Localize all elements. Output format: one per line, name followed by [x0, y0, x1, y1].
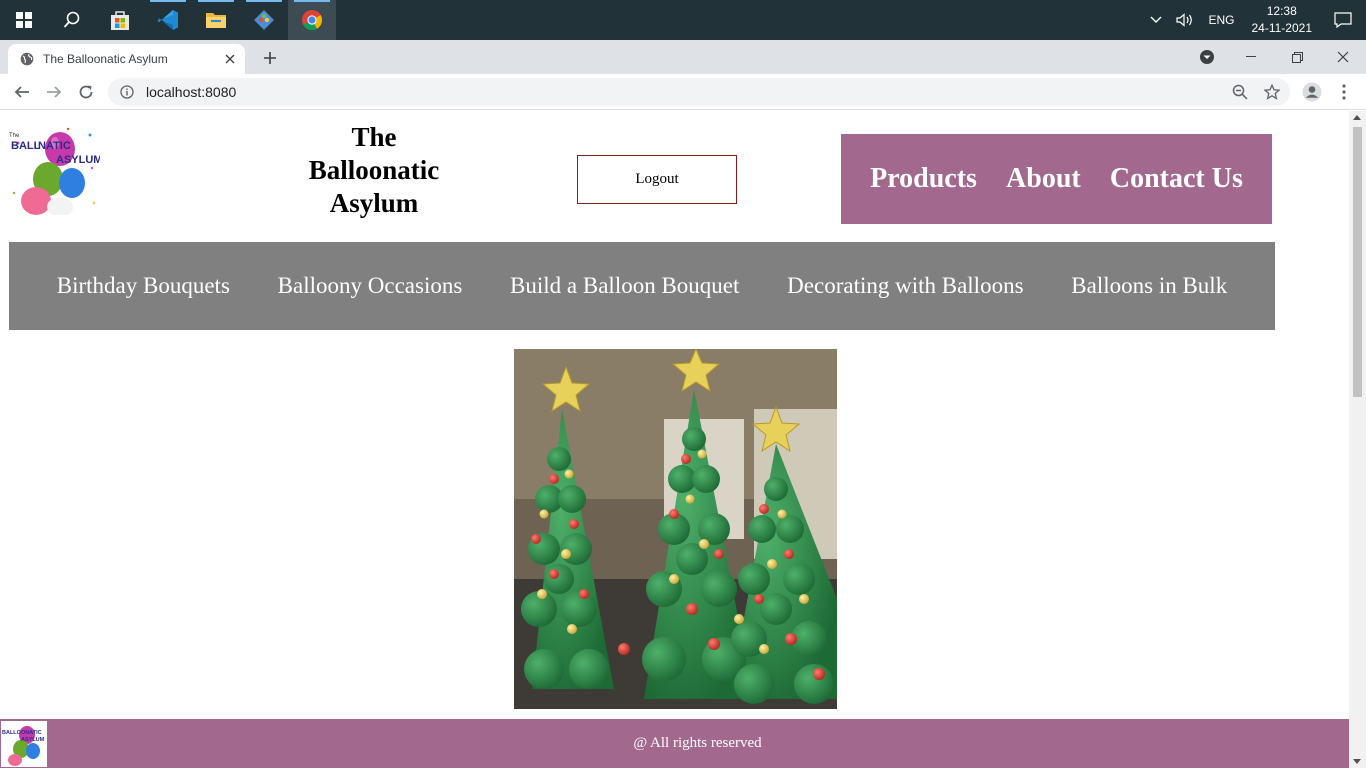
page-viewport: The BALL NATIC ASYLUM The Balloonatic As… [0, 111, 1349, 768]
taskbar-git-button[interactable] [240, 0, 288, 40]
svg-text:ASYLUM: ASYLUM [56, 154, 100, 166]
reload-icon [79, 85, 93, 99]
hero-image-balloon-trees [514, 347, 837, 709]
back-button[interactable] [8, 78, 36, 106]
new-tab-button[interactable] [258, 46, 282, 70]
kebab-menu-icon [1342, 84, 1346, 100]
chevron-up-icon [1150, 16, 1162, 23]
language-label: ENG [1208, 13, 1235, 27]
store-icon [111, 11, 129, 30]
system-tray: ENG 12:38 24-11-2021 [1143, 0, 1366, 40]
balloon-logo-icon: The BALL NATIC ASYLUM [8, 123, 102, 217]
balloon-christmas-trees-image [514, 347, 837, 709]
start-button[interactable] [0, 0, 48, 40]
top-navigation: Products About Contact Us [841, 134, 1272, 224]
forward-arrow-icon [47, 86, 62, 98]
svg-text:BALL: BALL [11, 140, 41, 152]
nav-link-contact-us[interactable]: Contact Us [1110, 163, 1243, 195]
zoom-button[interactable] [1226, 78, 1254, 106]
language-indicator[interactable]: ENG [1201, 0, 1241, 40]
clock[interactable]: 12:38 24-11-2021 [1242, 3, 1323, 37]
page-scrollbar[interactable] [1349, 111, 1366, 768]
category-balloony-occasions[interactable]: Balloony Occasions [278, 273, 463, 299]
category-balloons-in-bulk[interactable]: Balloons in Bulk [1071, 273, 1227, 299]
bookmark-button[interactable] [1258, 78, 1286, 106]
site-title-line-3: Asylum [329, 188, 419, 218]
category-decorating-with-balloons[interactable]: Decorating with Balloons [787, 273, 1023, 299]
site-title: The Balloonatic Asylum [274, 121, 474, 220]
site-footer: BALLOONATIC ASYLUM @ All rights reserved [0, 719, 1349, 768]
notification-icon [1334, 12, 1352, 28]
svg-text:The: The [9, 133, 20, 139]
avatar-icon [1302, 82, 1322, 102]
close-window-button[interactable] [1320, 40, 1366, 74]
git-icon [254, 10, 274, 30]
browser-tab[interactable]: The Balloonatic Asylum [8, 44, 245, 74]
clock-date: 24-11-2021 [1251, 21, 1313, 35]
windows-taskbar: ENG 12:38 24-11-2021 [0, 0, 1366, 40]
chrome-menu-button[interactable] [1330, 78, 1358, 106]
footer-copyright: @ All rights reserved [633, 735, 762, 751]
logout-button[interactable]: Logout [577, 155, 737, 204]
search-icon [63, 11, 80, 28]
scrollbar-thumb[interactable] [1353, 127, 1362, 397]
info-icon[interactable] [120, 85, 134, 99]
category-build-a-balloon-bouquet[interactable]: Build a Balloon Bouquet [510, 273, 739, 299]
scroll-up-arrow-icon[interactable] [1353, 115, 1361, 120]
tab-search-button[interactable] [1184, 40, 1230, 74]
minimize-button[interactable] [1228, 40, 1274, 74]
back-arrow-icon [14, 86, 29, 98]
site-title-line-2: Balloonatic [308, 155, 440, 185]
minimize-icon [1246, 56, 1256, 57]
reload-button[interactable] [72, 78, 100, 106]
tray-overflow-button[interactable] [1143, 0, 1169, 40]
windows-start-icon [16, 12, 32, 28]
profile-button[interactable] [1298, 78, 1326, 106]
category-navigation: Birthday Bouquets Balloony Occasions Bui… [9, 242, 1275, 330]
scroll-down-arrow-icon[interactable] [1353, 759, 1361, 764]
tab-search-icon [1200, 50, 1214, 64]
vscode-icon [157, 10, 178, 30]
action-center-button[interactable] [1322, 0, 1366, 40]
nav-link-products[interactable]: Products [870, 163, 977, 195]
tab-title: The Balloonatic Asylum [43, 52, 168, 66]
star-icon [1264, 84, 1280, 100]
address-bar[interactable]: localhost:8080 [108, 78, 1290, 106]
site-title-line-1: The [351, 122, 397, 152]
taskbar-store-button[interactable] [96, 0, 144, 40]
browser-toolbar: localhost:8080 [0, 74, 1366, 110]
forward-button[interactable] [40, 78, 68, 106]
zoom-out-icon [1232, 84, 1248, 100]
taskbar-vscode-button[interactable] [144, 0, 192, 40]
site-logo[interactable]: The BALL NATIC ASYLUM [8, 123, 102, 217]
svg-text:NATIC: NATIC [38, 140, 71, 152]
taskbar-chrome-button[interactable] [288, 0, 336, 40]
plus-icon [264, 52, 276, 64]
taskbar-file-explorer-button[interactable] [192, 0, 240, 40]
globe-icon [20, 52, 34, 66]
browser-tab-strip: The Balloonatic Asylum [0, 40, 1366, 74]
clock-time: 12:38 [1266, 4, 1297, 18]
file-explorer-icon [206, 13, 226, 28]
volume-button[interactable] [1169, 0, 1201, 40]
taskbar-search-button[interactable] [48, 0, 96, 40]
restore-button[interactable] [1274, 40, 1320, 74]
chrome-icon [302, 10, 323, 31]
restore-icon [1291, 51, 1303, 63]
category-birthday-bouquets[interactable]: Birthday Bouquets [57, 273, 230, 299]
close-icon [1337, 51, 1349, 63]
speaker-icon [1176, 13, 1193, 27]
close-tab-icon[interactable] [225, 54, 235, 64]
url-text: localhost:8080 [146, 84, 237, 100]
nav-link-about[interactable]: About [1006, 163, 1081, 195]
